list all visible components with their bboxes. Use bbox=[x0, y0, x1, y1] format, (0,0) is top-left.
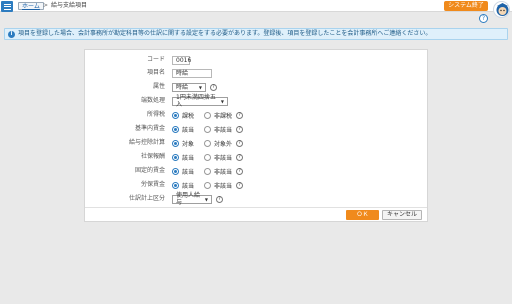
attribute-select-value: 時給 bbox=[176, 83, 189, 91]
radio-icon bbox=[204, 111, 211, 119]
help-icon[interactable]: ? bbox=[236, 139, 244, 147]
option-label: 対象 bbox=[182, 140, 195, 148]
menu-icon[interactable] bbox=[1, 1, 13, 12]
help-icon[interactable]: ? bbox=[216, 195, 223, 203]
help-icon[interactable]: ? bbox=[236, 153, 244, 161]
radio-icon bbox=[204, 125, 211, 133]
salary-deduction-label: 給与控除計算 bbox=[128, 139, 165, 146]
radio-icon bbox=[204, 139, 211, 147]
rounding-select[interactable]: 1円未満四捨五入 ▼ bbox=[172, 94, 228, 108]
base-wage-option-2[interactable]: 非該当 bbox=[204, 125, 232, 134]
journal-category-select-value: 使用人給与 bbox=[176, 192, 201, 206]
option-label: 非該当 bbox=[214, 154, 233, 162]
info-icon: i bbox=[8, 31, 15, 38]
social-insurance-option-1[interactable]: 該当 bbox=[172, 153, 204, 162]
info-banner: i 項目を登録した場合、会計事務所が勘定科目等の仕訳に関する設定をする必要があり… bbox=[4, 28, 508, 40]
social-insurance-option-2[interactable]: 非該当 bbox=[204, 153, 232, 162]
system-exit-button[interactable]: システム終了 bbox=[444, 1, 488, 11]
option-label: 非該当 bbox=[214, 126, 233, 134]
row-fixed-wage: 固定的賃金 該当 非該当 ? bbox=[85, 166, 429, 176]
option-label: 該当 bbox=[182, 154, 195, 162]
ok-button[interactable]: ＯＫ bbox=[346, 210, 379, 220]
base-wage-label: 基準内賃金 bbox=[134, 125, 165, 132]
radio-icon bbox=[204, 181, 211, 189]
row-journal-category: 仕訳計上区分 使用人給与 ▼ ? bbox=[85, 192, 429, 206]
fixed-wage-label: 固定的賃金 bbox=[134, 167, 165, 174]
option-label: 対象外 bbox=[214, 140, 233, 148]
option-label: 非該当 bbox=[214, 182, 233, 190]
row-labor-insurance: 労保賃金 該当 非該当 ? bbox=[85, 180, 429, 190]
breadcrumb-home-link[interactable]: ホーム bbox=[18, 2, 44, 10]
code-label: コード bbox=[146, 56, 165, 63]
social-insurance-label: 社保報酬 bbox=[140, 153, 165, 160]
option-label: 該当 bbox=[182, 126, 195, 134]
labor-insurance-label: 労保賃金 bbox=[140, 181, 165, 188]
fixed-wage-option-2[interactable]: 非該当 bbox=[204, 167, 232, 176]
row-rounding: 端数処理 1円未満四捨五入 ▼ bbox=[85, 94, 429, 108]
option-label: 非該当 bbox=[214, 168, 233, 176]
radio-selected-icon bbox=[172, 139, 179, 147]
row-attribute: 属性 時給 ▼ ? bbox=[85, 82, 429, 92]
help-icon[interactable]: ? bbox=[236, 111, 244, 119]
salary-deduction-option-2[interactable]: 対象外 bbox=[204, 139, 232, 148]
avatar-icon[interactable] bbox=[493, 1, 510, 18]
radio-icon bbox=[204, 167, 211, 175]
attribute-select[interactable]: 時給 ▼ bbox=[172, 82, 206, 92]
labor-insurance-option-2[interactable]: 非該当 bbox=[204, 181, 232, 190]
item-name-label: 項目名 bbox=[146, 69, 165, 76]
help-icon[interactable]: ? bbox=[479, 14, 488, 23]
radio-selected-icon bbox=[172, 153, 179, 161]
option-label: 該当 bbox=[182, 182, 195, 190]
breadcrumb-current: 給与支給項目 bbox=[51, 2, 88, 9]
radio-selected-icon bbox=[172, 181, 179, 189]
labor-insurance-option-1[interactable]: 該当 bbox=[172, 181, 204, 190]
help-icon[interactable]: ? bbox=[236, 167, 244, 175]
info-message: 項目を登録した場合、会計事務所が勘定科目等の仕訳に関する設定をする必要があります… bbox=[18, 30, 432, 37]
row-base-wage: 基準内賃金 該当 非該当 ? bbox=[85, 124, 429, 134]
row-social-insurance: 社保報酬 該当 非該当 ? bbox=[85, 152, 429, 162]
breadcrumb-separator: > bbox=[43, 2, 49, 9]
radio-selected-icon bbox=[172, 111, 179, 119]
help-icon[interactable]: ? bbox=[236, 125, 244, 133]
row-salary-deduction: 給与控除計算 対象 対象外 ? bbox=[85, 138, 429, 148]
option-label: 非課税 bbox=[214, 112, 233, 120]
row-item-name: 項目名 時給 bbox=[85, 68, 429, 78]
help-icon[interactable]: ? bbox=[210, 83, 217, 91]
income-tax-label: 所得税 bbox=[146, 111, 165, 118]
chevron-down-icon: ▼ bbox=[220, 98, 224, 104]
rounding-label: 端数処理 bbox=[140, 97, 165, 104]
income-tax-option-2[interactable]: 非課税 bbox=[204, 111, 232, 120]
rounding-select-value: 1円未満四捨五入 bbox=[176, 94, 216, 108]
attribute-label: 属性 bbox=[152, 83, 165, 90]
item-name-field[interactable]: 時給 bbox=[172, 68, 212, 78]
form-panel: コード 0016 項目名 時給 属性 時給 ▼ ? 端数処理 1円未満四捨五入 … bbox=[84, 49, 428, 222]
journal-category-label: 仕訳計上区分 bbox=[128, 195, 165, 202]
journal-category-select[interactable]: 使用人給与 ▼ bbox=[172, 192, 212, 206]
salary-deduction-option-1[interactable]: 対象 bbox=[172, 139, 204, 148]
row-income-tax: 所得税 課税 非課税 ? bbox=[85, 110, 429, 120]
fixed-wage-option-1[interactable]: 該当 bbox=[172, 167, 204, 176]
divider bbox=[85, 207, 427, 208]
cancel-button[interactable]: キャンセル bbox=[382, 210, 422, 220]
top-bar: ホーム > 給与支給項目 システム終了 bbox=[0, 0, 512, 12]
option-label: 該当 bbox=[182, 168, 195, 176]
radio-selected-icon bbox=[172, 167, 179, 175]
code-field[interactable]: 0016 bbox=[172, 55, 191, 65]
option-label: 課税 bbox=[182, 112, 195, 120]
help-icon[interactable]: ? bbox=[236, 181, 244, 189]
radio-icon bbox=[204, 153, 211, 161]
radio-selected-icon bbox=[172, 125, 179, 133]
base-wage-option-1[interactable]: 該当 bbox=[172, 125, 204, 134]
row-code: コード 0016 bbox=[85, 55, 429, 65]
chevron-down-icon: ▼ bbox=[198, 84, 202, 90]
income-tax-option-1[interactable]: 課税 bbox=[172, 111, 204, 120]
chevron-down-icon: ▼ bbox=[204, 196, 208, 202]
